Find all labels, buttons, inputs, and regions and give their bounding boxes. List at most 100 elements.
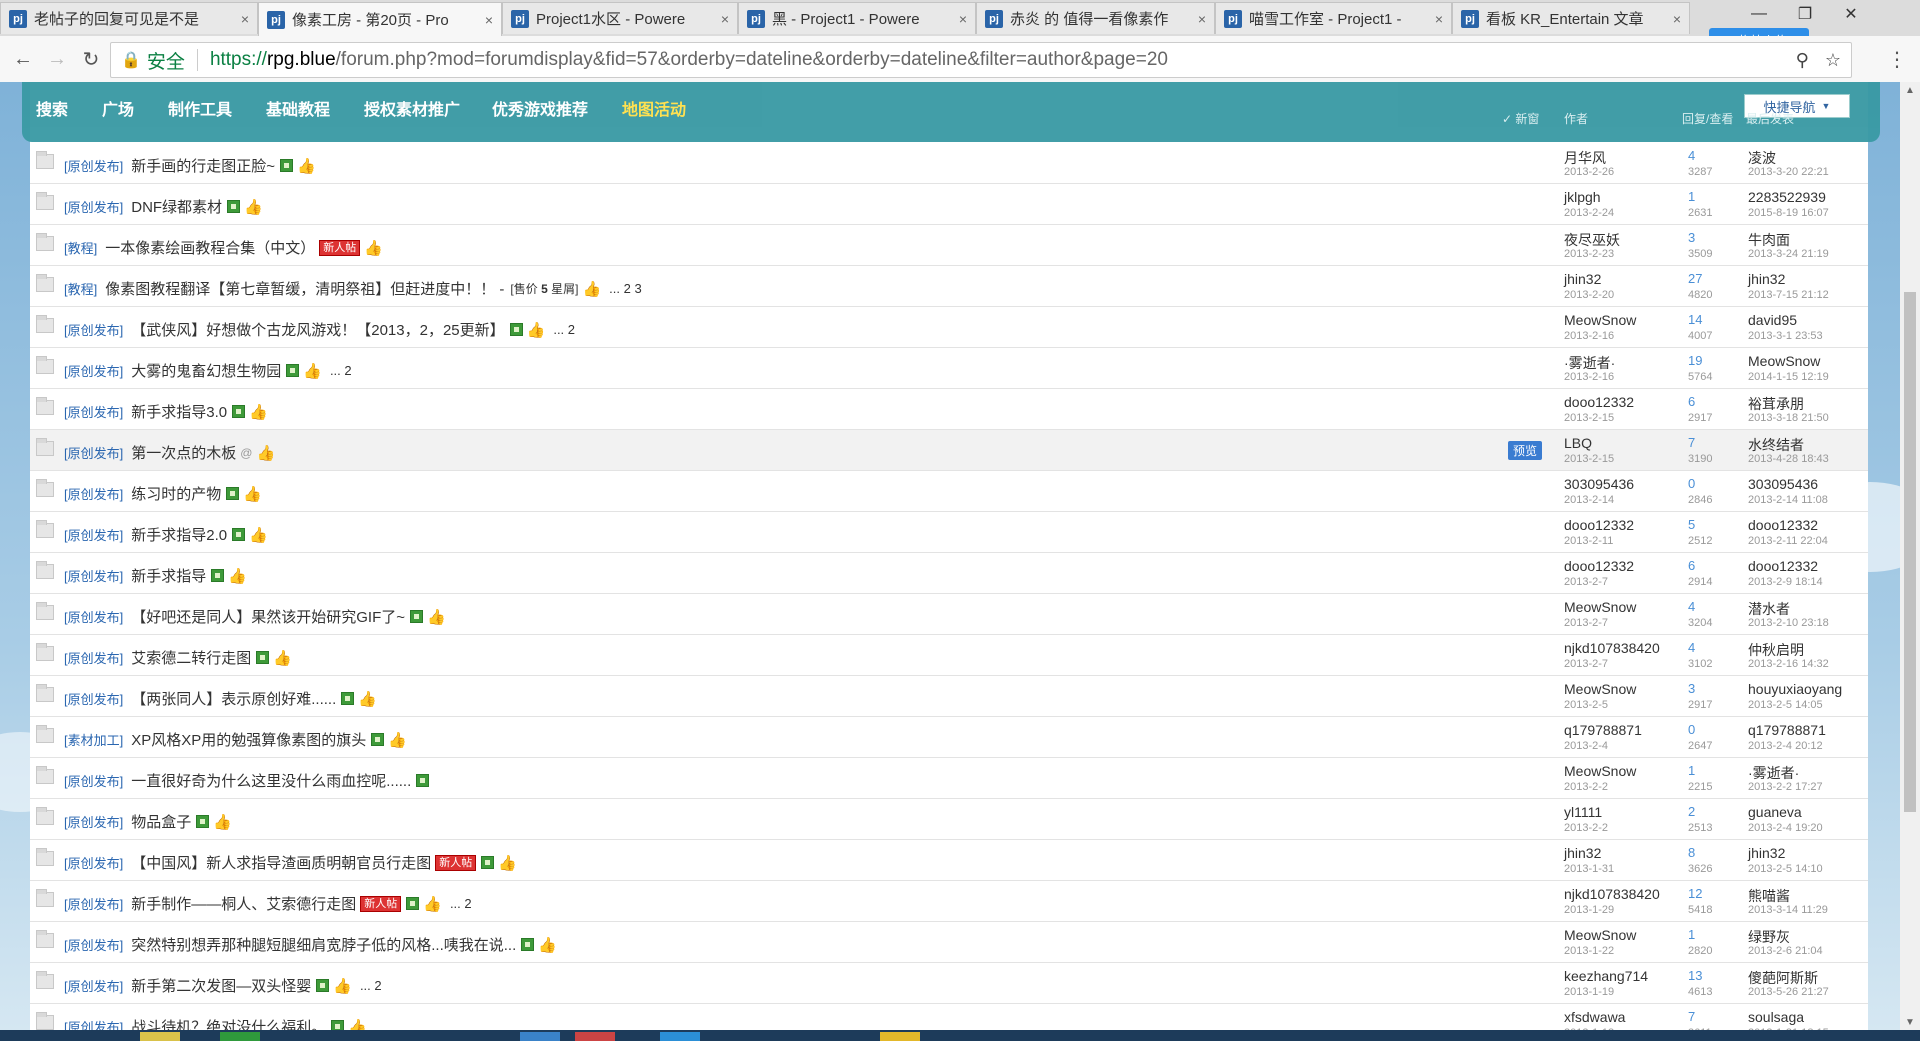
scroll-up-icon[interactable]: ▲ <box>1900 82 1920 98</box>
thread-subject-link[interactable]: 新手求指导2.0 <box>131 524 227 545</box>
last-poster-link[interactable]: jhin32 <box>1748 845 1785 861</box>
reload-icon[interactable]: ↻ <box>78 46 104 72</box>
thread-row[interactable]: [原创发布] 【好吧还是同人】果然该开始研究GIF了~ 👍 MeowSnow 2013-… <box>30 594 1868 635</box>
thread-category-link[interactable]: [教程] <box>64 279 97 298</box>
last-post-date[interactable]: 2013-3-20 22:21 <box>1748 166 1829 178</box>
thread-row[interactable]: [原创发布] 大雾的鬼畜幻想生物园 👍 ... 2 ·雾逝者· 2013-2-16 19 57… <box>30 348 1868 389</box>
thread-subject-link[interactable]: 一本像素绘画教程合集（中文） <box>105 237 315 258</box>
last-post-date[interactable]: 2013-2-16 14:32 <box>1748 658 1829 670</box>
thread-row[interactable]: [原创发布] 新手求指导2.0 👍 dooo12332 2013-2-11 5 2512 do… <box>30 512 1868 553</box>
reply-count[interactable]: 14 <box>1688 312 1702 327</box>
taskbar-app-icon[interactable] <box>880 1032 920 1041</box>
thread-category-link[interactable]: [素材加工] <box>64 730 123 749</box>
reply-count[interactable]: 7 <box>1688 1009 1695 1024</box>
nav-item[interactable]: 广场 <box>102 96 134 120</box>
last-post-date[interactable]: 2013-3-24 21:19 <box>1748 248 1829 260</box>
close-tab-icon[interactable]: × <box>485 12 493 28</box>
thread-category-link[interactable]: [原创发布] <box>64 443 123 462</box>
maximize-window-icon[interactable]: ❐ <box>1782 0 1828 28</box>
thread-category-link[interactable]: [原创发布] <box>64 648 123 667</box>
thread-row[interactable]: [原创发布] 一直很好奇为什么这里没什么雨血控呢...... MeowSnow 201… <box>30 758 1868 799</box>
last-poster-link[interactable]: 熊喵酱 <box>1748 886 1790 906</box>
browser-tab[interactable]: pj 看板 KR_Entertain 文章 × <box>1452 2 1690 34</box>
thread-subject-link[interactable]: 新手画的行走图正脸~ <box>131 155 275 176</box>
thread-subject-link[interactable]: 第一次点的木板 <box>131 442 236 463</box>
reply-count[interactable]: 2 <box>1688 804 1695 819</box>
thread-category-link[interactable]: [原创发布] <box>64 525 123 544</box>
thread-row[interactable]: [原创发布] 【武侠风】好想做个古龙风游戏！【2013，2，25更新】 👍 ... 2… <box>30 307 1868 348</box>
last-poster-link[interactable]: david95 <box>1748 312 1797 328</box>
thread-subject-link[interactable]: 物品盒子 <box>131 811 191 832</box>
reply-count[interactable]: 7 <box>1688 435 1695 450</box>
thread-row[interactable]: [原创发布] 艾索德二转行走图 👍 njkd107838420 2013-2-7 4 310… <box>30 635 1868 676</box>
last-post-date[interactable]: 2013-3-14 11:29 <box>1748 904 1828 916</box>
reply-count[interactable]: 13 <box>1688 968 1702 983</box>
scroll-down-icon[interactable]: ▼ <box>1900 1014 1920 1030</box>
thread-author-link[interactable]: 303095436 <box>1564 476 1634 492</box>
last-post-date[interactable]: 2013-2-4 20:12 <box>1748 740 1823 752</box>
reply-count[interactable]: 4 <box>1688 148 1695 163</box>
close-tab-icon[interactable]: × <box>959 11 967 27</box>
browser-tab[interactable]: pj Project1水区 - Powere × <box>502 2 738 34</box>
last-post-date[interactable]: 2013-2-5 14:10 <box>1748 863 1823 875</box>
address-bar[interactable]: 🔒 安全 https:// rpg.blue /forum.php?mod=fo… <box>110 42 1852 78</box>
close-window-icon[interactable]: ✕ <box>1828 0 1874 28</box>
thread-row[interactable]: [原创发布] 新手制作——桐人、艾索德行走图 新人帖 👍 ... 2 njkd107838… <box>30 881 1868 922</box>
reply-count[interactable]: 3 <box>1688 230 1695 245</box>
thread-row[interactable]: [教程] 一本像素绘画教程合集（中文） 新人帖 👍 夜尽巫妖 2013-2-23 3 3509… <box>30 225 1868 266</box>
thread-author-link[interactable]: njkd107838420 <box>1564 640 1660 656</box>
reply-count[interactable]: 19 <box>1688 353 1702 368</box>
last-poster-link[interactable]: 裕茸承朋 <box>1748 394 1804 414</box>
browser-menu-icon[interactable]: ⋮ <box>1884 46 1910 72</box>
last-poster-link[interactable]: q179788871 <box>1748 722 1826 738</box>
thread-author-link[interactable]: q179788871 <box>1564 722 1642 738</box>
preview-button[interactable]: 预览 <box>1508 441 1543 460</box>
thread-author-link[interactable]: 月华风 <box>1564 148 1606 168</box>
browser-tab[interactable]: pj 像素工房 - 第20页 - Pro × <box>258 2 502 36</box>
thread-subject-link[interactable]: 像素图教程翻译【第七章暂缓，清明祭祖】但赶进度中！！ - <box>105 278 504 299</box>
last-post-date[interactable]: 2013-5-26 21:27 <box>1748 986 1829 998</box>
thread-category-link[interactable]: [原创发布] <box>64 156 123 175</box>
thread-subject-link[interactable]: 【武侠风】好想做个古龙风游戏！【2013，2，25更新】 <box>131 319 504 340</box>
close-tab-icon[interactable]: × <box>721 11 729 27</box>
thread-row[interactable]: [原创发布]战斗待机？绝对没什么福利。👍xfsdwawa2013-1-18736… <box>30 1004 1868 1030</box>
last-poster-link[interactable]: soulsaga <box>1748 1009 1804 1025</box>
thread-author-link[interactable]: keezhang714 <box>1564 968 1648 984</box>
nav-item[interactable]: 搜索 <box>36 96 68 120</box>
last-post-date[interactable]: 2013-3-1 23:53 <box>1748 330 1823 342</box>
last-post-date[interactable]: 2013-2-10 23:18 <box>1748 617 1829 629</box>
thread-category-link[interactable]: [原创发布] <box>64 607 123 626</box>
forward-arrow-icon[interactable]: → <box>44 46 70 72</box>
thread-page-links[interactable]: ... 2 <box>553 322 575 337</box>
reply-count[interactable]: 6 <box>1688 558 1695 573</box>
thread-row[interactable]: [原创发布] 新手画的行走图正脸~ 👍 月华风 2013-2-26 4 3287 凌波 2013… <box>30 143 1868 184</box>
thread-category-link[interactable]: [原创发布] <box>64 771 123 790</box>
thread-category-link[interactable]: [原创发布] <box>64 894 123 913</box>
thread-row[interactable]: [素材加工] XP风格XP用的勉强算像素图的旗头 👍 q179788871 2013-2… <box>30 717 1868 758</box>
taskbar-app-icon[interactable] <box>575 1032 615 1041</box>
thread-author-link[interactable]: ·雾逝者· <box>1564 353 1615 373</box>
scrollbar-thumb[interactable] <box>1904 292 1916 812</box>
close-tab-icon[interactable]: × <box>241 11 249 27</box>
thread-category-link[interactable]: [原创发布] <box>64 361 123 380</box>
reply-count[interactable]: 1 <box>1688 927 1695 942</box>
thread-row[interactable]: [教程] 像素图教程翻译【第七章暂缓，清明祭祖】但赶进度中！！ - [售价 5 星屑… <box>30 266 1868 307</box>
thread-page-links[interactable]: ... 2 <box>360 978 382 993</box>
thread-page-links[interactable]: ... 2 <box>330 363 352 378</box>
nav-item[interactable]: 优秀游戏推荐 <box>492 96 588 120</box>
thread-author-link[interactable]: dooo12332 <box>1564 558 1634 574</box>
thread-subject-link[interactable]: 艾索德二转行走图 <box>131 647 251 668</box>
close-tab-icon[interactable]: × <box>1673 11 1681 27</box>
reply-count[interactable]: 12 <box>1688 886 1702 901</box>
taskbar-app-icon[interactable] <box>140 1032 180 1041</box>
last-post-date[interactable]: 2013-7-15 21:12 <box>1748 289 1829 301</box>
thread-author-link[interactable]: jhin32 <box>1564 271 1601 287</box>
nav-item[interactable]: 地图活动 <box>622 96 686 120</box>
thread-category-link[interactable]: [原创发布] <box>64 566 123 585</box>
thread-author-link[interactable]: MeowSnow <box>1564 681 1636 697</box>
nav-item[interactable]: 授权素材推广 <box>364 96 460 120</box>
thread-row[interactable]: [原创发布] 第一次点的木板 @ 👍 预览 LBQ 2013-2-15 7 3190 水终结者 20… <box>30 430 1868 471</box>
thread-category-link[interactable]: [教程] <box>64 238 97 257</box>
reply-count[interactable]: 4 <box>1688 599 1695 614</box>
thread-category-link[interactable]: [原创发布] <box>64 976 123 995</box>
